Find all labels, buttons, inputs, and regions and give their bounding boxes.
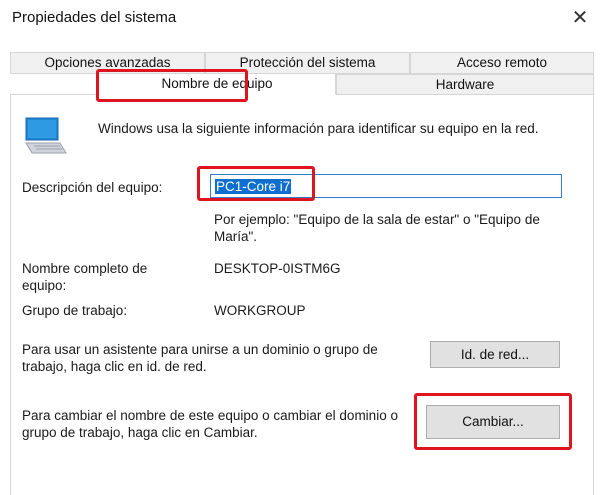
tab-proteccion-sistema[interactable]: Protección del sistema [205, 52, 410, 74]
workgroup-value: WORKGROUP [214, 303, 306, 318]
tab-nombre-de-equipo[interactable]: Nombre de equipo [98, 73, 336, 95]
computer-icon [22, 115, 68, 157]
info-text: Windows usa la siguiente información par… [98, 121, 539, 136]
change-text: Para cambiar el nombre de este equipo o … [22, 408, 398, 440]
tab-acceso-remoto[interactable]: Acceso remoto [410, 52, 594, 74]
full-name-label: Nombre completo de equipo: [22, 261, 148, 293]
change-button[interactable]: Cambiar... [426, 405, 560, 439]
network-id-button[interactable]: Id. de red... [430, 341, 560, 368]
workgroup-label: Grupo de trabajo: [22, 303, 128, 318]
window-title: Propiedades del sistema [12, 9, 177, 26]
description-value: PC1-Core i7 [215, 179, 292, 194]
description-label: Descripción del equipo: [22, 180, 163, 195]
description-example: Por ejemplo: "Equipo de la sala de estar… [214, 212, 540, 244]
full-name-value: DESKTOP-0ISTM6G [214, 261, 341, 276]
tab-hardware[interactable]: Hardware [336, 74, 594, 95]
system-properties-dialog: Propiedades del sistema ✕ Opciones avanz… [0, 0, 604, 495]
description-input[interactable]: PC1-Core i7 [210, 174, 562, 198]
tab-opciones-avanzadas[interactable]: Opciones avanzadas [10, 52, 205, 74]
network-id-text: Para usar un asistente para unirse a un … [22, 342, 378, 374]
close-icon[interactable]: ✕ [566, 3, 594, 31]
